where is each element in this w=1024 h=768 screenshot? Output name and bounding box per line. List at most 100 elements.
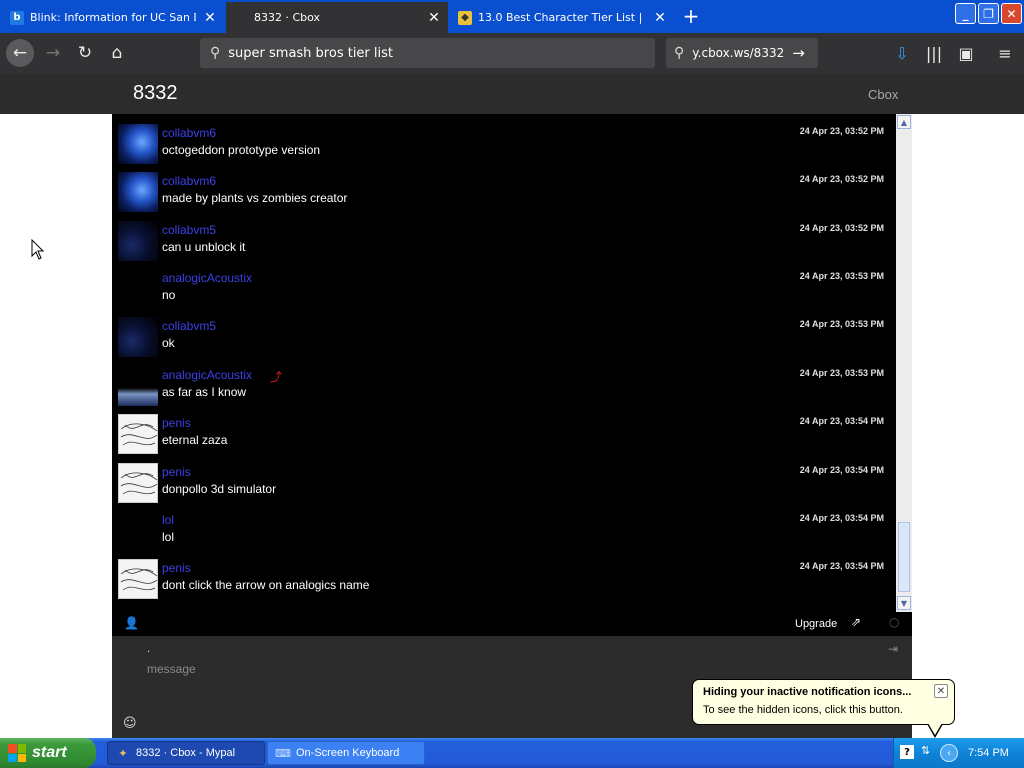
chat-footer: 👤 Upgrade ⇗ ○ xyxy=(112,612,912,636)
notification-balloon[interactable]: Hiding your inactive notification icons.… xyxy=(692,679,955,738)
download-icon[interactable]: ⇩ xyxy=(890,41,914,65)
tab-title: Blink: Information for UC San Diego xyxy=(30,11,196,24)
chat-message: analogicAcoustix ⤴ as far as I know 24 A… xyxy=(112,356,896,406)
forward-button[interactable]: → xyxy=(39,39,67,67)
back-button[interactable]: ← xyxy=(6,39,34,67)
tab-blink[interactable]: b Blink: Information for UC San Diego ✕ xyxy=(4,2,224,33)
keyboard-icon: ⌨ xyxy=(275,747,291,760)
avatar[interactable] xyxy=(118,124,158,164)
chat-message: analogicAcoustix no 24 Apr 23, 03:53 PM xyxy=(112,259,896,307)
new-tab-button[interactable]: + xyxy=(680,5,702,27)
close-tab-icon[interactable]: ✕ xyxy=(426,10,442,26)
message-timestamp: 24 Apr 23, 03:54 PM xyxy=(799,465,884,475)
taskbar-item-osk[interactable]: ⌨ On-Screen Keyboard xyxy=(267,741,425,765)
chat-message: collabvm5 can u unblock it 24 Apr 23, 03… xyxy=(112,211,896,261)
avatar[interactable] xyxy=(118,414,158,454)
avatar[interactable] xyxy=(118,559,158,599)
avatar[interactable] xyxy=(118,463,158,503)
tab-title: 8332 · Cbox xyxy=(254,11,321,24)
message-text: donpollo 3d simulator xyxy=(162,482,277,496)
search-icon: ⚲ xyxy=(674,45,685,61)
upgrade-link[interactable]: Upgrade xyxy=(795,618,837,630)
scroll-down-icon[interactable]: ▼ xyxy=(897,596,911,610)
scroll-thumb[interactable] xyxy=(898,522,910,592)
mouse-cursor-icon xyxy=(31,239,45,260)
chat-message: penis eternal zaza 24 Apr 23, 03:54 PM xyxy=(112,404,896,454)
reply-arrow-icon[interactable]: ⤴ xyxy=(270,368,282,385)
tab-cbox[interactable]: 8332 · Cbox ✕ xyxy=(226,2,448,33)
avatar[interactable] xyxy=(118,221,158,261)
message-timestamp: 24 Apr 23, 03:52 PM xyxy=(799,126,884,136)
cbox-brand-link[interactable]: Cbox xyxy=(868,87,898,102)
sidebar-icon[interactable]: ▣ xyxy=(954,41,978,65)
message-username[interactable]: collabvm5 xyxy=(162,223,216,237)
chat-scrollbar[interactable]: ▲ ▼ xyxy=(896,114,912,612)
chat-message: collabvm6 octogeddon prototype version 2… xyxy=(112,114,896,164)
message-username[interactable]: penis xyxy=(162,416,191,430)
chat-message-list: collabvm6 octogeddon prototype version 2… xyxy=(112,114,896,612)
avatar[interactable] xyxy=(118,366,158,406)
message-text: ok xyxy=(162,336,175,350)
taskbar-item-label: 8332 · Cbox - Mypal xyxy=(136,747,236,759)
name-field[interactable]: . xyxy=(147,644,150,655)
chat-message: penis donpollo 3d simulator 24 Apr 23, 0… xyxy=(112,453,896,503)
help-icon[interactable]: ? xyxy=(900,745,914,759)
popout-icon[interactable]: ⇗ xyxy=(851,615,861,629)
library-icon[interactable]: ||| xyxy=(922,41,946,65)
close-icon[interactable]: ✕ xyxy=(934,684,948,698)
message-timestamp: 24 Apr 23, 03:53 PM xyxy=(799,319,884,329)
message-text: can u unblock it xyxy=(162,240,246,254)
page-title: 8332 xyxy=(133,82,178,104)
login-icon[interactable]: ⇥ xyxy=(888,642,898,656)
restore-button[interactable]: ❐ xyxy=(978,3,999,24)
message-timestamp: 24 Apr 23, 03:54 PM xyxy=(799,416,884,426)
message-username[interactable]: penis xyxy=(162,561,191,575)
start-label: start xyxy=(32,744,67,761)
start-button[interactable]: start xyxy=(0,738,96,768)
message-timestamp: 24 Apr 23, 03:52 PM xyxy=(799,223,884,233)
scroll-up-icon[interactable]: ▲ xyxy=(897,115,911,129)
chat-message: collabvm5 ok 24 Apr 23, 03:53 PM xyxy=(112,307,896,357)
url-bar[interactable]: ⚲ super smash bros tier list xyxy=(200,38,655,68)
avatar[interactable] xyxy=(118,317,158,357)
taskbar-item-browser[interactable]: ✦ 8332 · Cbox - Mypal xyxy=(107,741,265,765)
search-icon: ⚲ xyxy=(210,45,221,61)
sketch-avatar-icon xyxy=(120,472,157,495)
message-username[interactable]: collabvm5 xyxy=(162,319,216,333)
message-input[interactable]: message xyxy=(147,662,196,676)
message-username[interactable]: collabvm6 xyxy=(162,174,216,188)
chat-message: penis dont click the arrow on analogics … xyxy=(112,549,896,599)
go-arrow-icon[interactable]: → xyxy=(792,44,805,62)
sketch-avatar-icon xyxy=(120,423,157,446)
balloon-title: Hiding your inactive notification icons.… xyxy=(703,686,912,698)
message-timestamp: 24 Apr 23, 03:53 PM xyxy=(799,271,884,281)
search-bar[interactable]: ⚲ y.cbox.ws/8332 → xyxy=(666,38,818,68)
message-username[interactable]: lol xyxy=(162,513,174,527)
windows-flag-icon xyxy=(8,744,26,762)
home-button[interactable]: ⌂ xyxy=(103,39,131,67)
close-tab-icon[interactable]: ✕ xyxy=(202,10,218,26)
message-username[interactable]: collabvm6 xyxy=(162,126,216,140)
sketch-avatar-icon xyxy=(120,568,157,591)
message-text: no xyxy=(162,288,176,302)
show-hidden-icons-button[interactable]: ‹ xyxy=(940,744,958,762)
network-icon[interactable]: ⇅ xyxy=(921,744,930,757)
message-text: made by plants vs zombies creator xyxy=(162,191,348,205)
message-username[interactable]: analogicAcoustix xyxy=(162,368,252,382)
close-window-button[interactable]: ✕ xyxy=(1001,3,1022,24)
message-timestamp: 24 Apr 23, 03:53 PM xyxy=(799,368,884,378)
message-username[interactable]: penis xyxy=(162,465,191,479)
message-text: eternal zaza xyxy=(162,433,228,447)
avatar[interactable] xyxy=(118,172,158,212)
close-tab-icon[interactable]: ✕ xyxy=(652,10,668,26)
refresh-icon[interactable]: ○ xyxy=(889,615,899,629)
user-icon[interactable]: 👤 xyxy=(124,616,139,630)
message-username[interactable]: analogicAcoustix xyxy=(162,271,252,285)
emoji-icon[interactable]: ☺ xyxy=(123,716,137,731)
menu-icon[interactable]: ≡ xyxy=(993,41,1017,65)
tab-strip: b Blink: Information for UC San Diego ✕ … xyxy=(0,0,1024,33)
reload-button[interactable]: ↻ xyxy=(71,39,99,67)
tab-tier-list[interactable]: ◆ 13.0 Best Character Tier List | Ap ✕ xyxy=(452,2,674,33)
system-tray: ? ⇅ ‹ 7:54 PM xyxy=(893,738,1024,768)
minimize-button[interactable]: _ xyxy=(955,3,976,24)
